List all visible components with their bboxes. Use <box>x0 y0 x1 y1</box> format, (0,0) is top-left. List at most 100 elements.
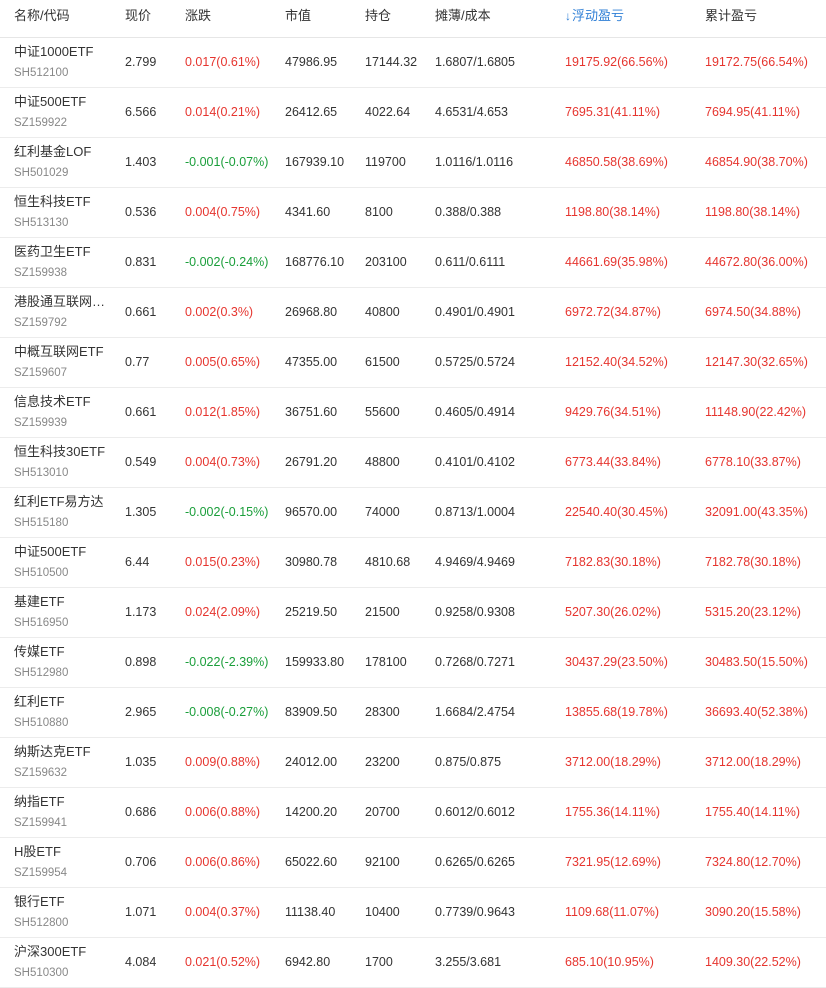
header-float-pl[interactable]: ↓浮动盈亏 <box>565 0 624 37</box>
header-position[interactable]: 持仓 <box>365 0 391 37</box>
holding-name-cell[interactable]: 恒生科技30ETF SH513010 <box>14 444 114 481</box>
total-pl-cell: 36693.40(52.38%) <box>705 705 808 719</box>
holding-name-cell[interactable]: 红利ETF易方达 SH515180 <box>14 494 114 531</box>
price-cell: 1.071 <box>125 905 157 919</box>
holding-name-cell[interactable]: 银行ETF SH512800 <box>14 894 114 931</box>
price-cell: 0.661 <box>125 305 157 319</box>
table-row[interactable]: H股ETF SZ159954 0.706 0.006(0.86%) 65022.60 92… <box>0 838 826 888</box>
holding-name-cell[interactable]: 纳斯达克ETF SZ159632 <box>14 744 114 781</box>
holding-code: SH516950 <box>14 617 69 629</box>
holding-name-cell[interactable]: H股ETF SZ159954 <box>14 844 114 881</box>
header-total-pl[interactable]: 累计盈亏 <box>705 0 757 37</box>
holding-name: 中证500ETF <box>14 94 87 109</box>
total-pl-cell: 7324.80(12.70%) <box>705 855 801 869</box>
holding-name-cell[interactable]: 信息技术ETF SZ159939 <box>14 394 114 431</box>
cost-cell: 1.6807/1.6805 <box>435 55 515 69</box>
holding-name-cell[interactable]: 中证500ETF SH510500 <box>14 544 114 581</box>
holding-code: SH513010 <box>14 467 69 479</box>
table-row[interactable]: 纳指ETF SZ159941 0.686 0.006(0.88%) 14200.20 20… <box>0 788 826 838</box>
float-pl-cell: 5207.30(26.02%) <box>565 605 661 619</box>
change-cell: 0.004(0.37%) <box>185 905 261 919</box>
table-row[interactable]: 基建ETF SH516950 1.173 0.024(2.09%) 25219.50 21… <box>0 588 826 638</box>
price-cell: 0.706 <box>125 855 157 869</box>
market-value-cell: 25219.50 <box>285 605 338 619</box>
cost-cell: 0.8713/1.0004 <box>435 505 515 519</box>
table-row[interactable]: 中概互联网ETF SZ159607 0.77 0.005(0.65%) 47355.00… <box>0 338 826 388</box>
total-pl-cell: 3712.00(18.29%) <box>705 755 801 769</box>
cost-cell: 1.6684/2.4754 <box>435 705 515 719</box>
price-cell: 2.799 <box>125 55 157 69</box>
holding-name-cell[interactable]: 红利基金LOF SH501029 <box>14 144 114 181</box>
table-row[interactable]: 中证1000ETF SH512100 2.799 0.017(0.61%) 47986.… <box>0 38 826 88</box>
price-cell: 1.403 <box>125 155 157 169</box>
holding-code: SZ159792 <box>14 317 68 329</box>
float-pl-cell: 6773.44(33.84%) <box>565 455 661 469</box>
position-cell: 4022.64 <box>365 105 411 119</box>
header-name-code[interactable]: 名称/代码 <box>14 0 70 37</box>
holding-name: 传媒ETF <box>14 644 65 659</box>
table-row[interactable]: 纳斯达克ETF SZ159632 1.035 0.009(0.88%) 24012.00… <box>0 738 826 788</box>
holding-code: SH510500 <box>14 567 69 579</box>
table-row[interactable]: 港股通互联网ETF SZ159792 0.661 0.002(0.3%) 26968.8… <box>0 288 826 338</box>
holding-name-cell[interactable]: 医药卫生ETF SZ159938 <box>14 244 114 281</box>
market-value-cell: 159933.80 <box>285 655 345 669</box>
cost-cell: 0.7268/0.7271 <box>435 655 515 669</box>
holding-name: 纳指ETF <box>14 794 65 809</box>
holding-code: SZ159938 <box>14 267 68 279</box>
header-market-value[interactable]: 市值 <box>285 0 311 37</box>
holding-name-cell[interactable]: 红利ETF SH510880 <box>14 694 114 731</box>
float-pl-cell: 7321.95(12.69%) <box>565 855 661 869</box>
market-value-cell: 65022.60 <box>285 855 338 869</box>
holding-name-cell[interactable]: 港股通互联网ETF SZ159792 <box>14 294 114 331</box>
header-price[interactable]: 现价 <box>125 0 151 37</box>
cost-cell: 0.611/0.6111 <box>435 255 506 269</box>
float-pl-cell: 1109.68(11.07%) <box>565 905 660 919</box>
change-cell: 0.017(0.61%) <box>185 55 261 69</box>
price-cell: 1.305 <box>125 505 157 519</box>
header-change[interactable]: 涨跌 <box>185 0 211 37</box>
price-cell: 0.898 <box>125 655 157 669</box>
holding-name-cell[interactable]: 基建ETF SH516950 <box>14 594 114 631</box>
table-row[interactable]: 恒生科技30ETF SH513010 0.549 0.004(0.73%) 26791.… <box>0 438 826 488</box>
position-cell: 178100 <box>365 655 407 669</box>
float-pl-cell: 13855.68(19.78%) <box>565 705 668 719</box>
table-row[interactable]: 传媒ETF SH512980 0.898 -0.022(-2.39%) 159933.8… <box>0 638 826 688</box>
cost-cell: 0.7739/0.9643 <box>435 905 515 919</box>
total-pl-cell: 19172.75(66.54%) <box>705 55 808 69</box>
cost-cell: 1.0116/1.0116 <box>435 155 514 169</box>
table-row[interactable]: 银行ETF SH512800 1.071 0.004(0.37%) 11138.40 10… <box>0 888 826 938</box>
price-cell: 0.831 <box>125 255 157 269</box>
holding-code: SH513130 <box>14 217 69 229</box>
table-row[interactable]: 红利基金LOF SH501029 1.403 -0.001(-0.07%) 167939… <box>0 138 826 188</box>
holding-name-cell[interactable]: 中证1000ETF SH512100 <box>14 44 114 81</box>
market-value-cell: 168776.10 <box>285 255 345 269</box>
market-value-cell: 83909.50 <box>285 705 338 719</box>
holding-name-cell[interactable]: 中概互联网ETF SZ159607 <box>14 344 114 381</box>
table-row[interactable]: 红利ETF易方达 SH515180 1.305 -0.002(-0.15%) 96570… <box>0 488 826 538</box>
cost-cell: 4.6531/4.653 <box>435 105 508 119</box>
holding-name-cell[interactable]: 传媒ETF SH512980 <box>14 644 114 681</box>
holding-name-cell[interactable]: 中证500ETF SZ159922 <box>14 94 114 131</box>
cost-cell: 0.4901/0.4901 <box>435 305 515 319</box>
table-row[interactable]: 恒生科技ETF SH513130 0.536 0.004(0.75%) 4341.60 8… <box>0 188 826 238</box>
holding-name: 沪深300ETF <box>14 944 87 959</box>
cost-cell: 0.6265/0.6265 <box>435 855 515 869</box>
market-value-cell: 24012.00 <box>285 755 338 769</box>
table-row[interactable]: 医药卫生ETF SZ159938 0.831 -0.002(-0.24%) 168776… <box>0 238 826 288</box>
float-pl-cell: 9429.76(34.51%) <box>565 405 661 419</box>
table-row[interactable]: 红利ETF SH510880 2.965 -0.008(-0.27%) 83909.50… <box>0 688 826 738</box>
table-row[interactable]: 中证500ETF SZ159922 6.566 0.014(0.21%) 26412.6… <box>0 88 826 138</box>
holding-name-cell[interactable]: 恒生科技ETF SH513130 <box>14 194 114 231</box>
table-row[interactable]: 沪深300ETF SH510300 4.084 0.021(0.52%) 6942.80… <box>0 938 826 988</box>
cost-cell: 0.875/0.875 <box>435 755 502 769</box>
header-cost[interactable]: 摊薄/成本 <box>435 0 491 37</box>
holding-name-cell[interactable]: 沪深300ETF SH510300 <box>14 944 114 981</box>
market-value-cell: 26412.65 <box>285 105 338 119</box>
holding-name-cell[interactable]: 纳指ETF SZ159941 <box>14 794 114 831</box>
table-row[interactable]: 中证500ETF SH510500 6.44 0.015(0.23%) 30980.78… <box>0 538 826 588</box>
float-pl-cell: 30437.29(23.50%) <box>565 655 668 669</box>
table-row[interactable]: 信息技术ETF SZ159939 0.661 0.012(1.85%) 36751.60… <box>0 388 826 438</box>
holding-code: SH501029 <box>14 167 69 179</box>
position-cell: 61500 <box>365 355 400 369</box>
price-cell: 0.661 <box>125 405 157 419</box>
